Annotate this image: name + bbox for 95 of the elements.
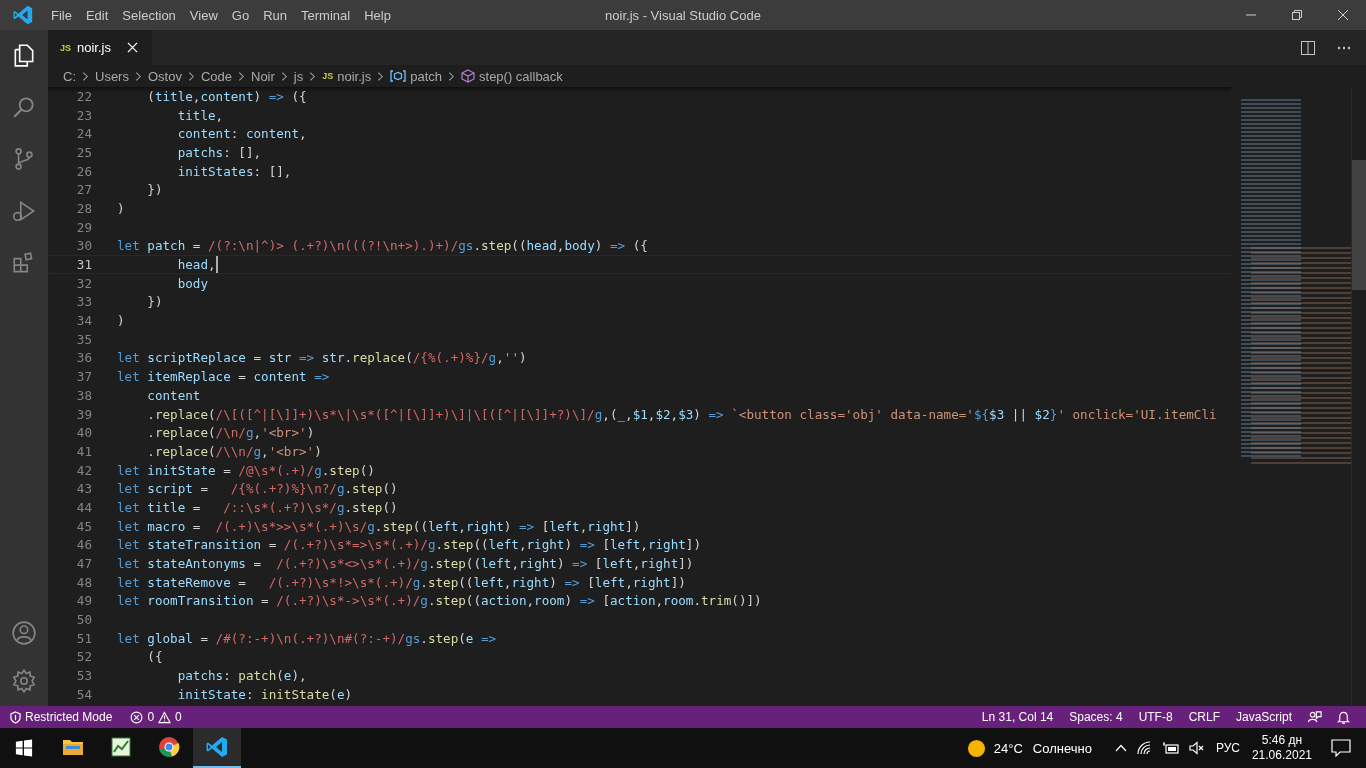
- clock[interactable]: 5:46 дн 21.06.2021: [1251, 733, 1312, 763]
- line-number: 53: [75, 668, 92, 684]
- code-line: let title = /::\s*(.+?)\s*/g.step(): [117, 499, 398, 515]
- code-line: ): [117, 313, 125, 329]
- breadcrumb-item[interactable]: step() callback: [461, 68, 563, 84]
- file-type-label: JS: [322, 71, 334, 81]
- menu-item[interactable]: Selection: [115, 7, 183, 23]
- line-number: 42: [75, 462, 92, 478]
- code-line: title,: [176, 107, 224, 123]
- line-number: 26: [75, 163, 92, 179]
- line-number: 50: [75, 612, 92, 628]
- line-number: 33: [75, 294, 92, 310]
- line-number: 46: [75, 537, 92, 553]
- code-line: patchs: [],: [176, 144, 262, 160]
- line-number: 22: [75, 88, 92, 104]
- status-item[interactable]: UTF-8: [1130, 710, 1181, 724]
- editor-tab[interactable]: JS noir.js: [48, 30, 152, 65]
- weather-widget[interactable]: 24°C Солнечно: [966, 738, 1092, 758]
- code-line: let itemReplace = content =>: [117, 369, 330, 385]
- breadcrumb-item[interactable]: Code: [200, 68, 232, 84]
- line-number: 49: [75, 593, 92, 609]
- breadcrumb-item[interactable]: Noir: [251, 68, 275, 84]
- code-line: patchs: patch(e),: [176, 668, 307, 684]
- problems-button[interactable]: 0 0: [122, 710, 190, 724]
- code-line: let macro = /(.+)\s*>>\s*(.+)\s/g.step((left,right) => [left,right]): [117, 518, 641, 534]
- language-indicator[interactable]: РУС: [1215, 741, 1240, 755]
- menu-item[interactable]: Terminal: [294, 7, 358, 23]
- breadcrumb-item[interactable]: patch: [390, 68, 443, 84]
- code-line: ): [117, 200, 125, 216]
- breadcrumb-item[interactable]: Ostov: [147, 68, 182, 84]
- menu-item[interactable]: Help: [357, 7, 398, 23]
- code-line: ({: [146, 649, 163, 665]
- code-line: body: [176, 275, 208, 291]
- code-line: .replace(/\\n/g,'<br>'): [146, 443, 322, 459]
- line-number: 47: [75, 556, 92, 572]
- menu-item[interactable]: Go: [224, 7, 257, 23]
- status-item[interactable]: Spaces: 4: [1061, 710, 1131, 724]
- line-number: 29: [75, 219, 92, 235]
- menu-item[interactable]: Edit: [78, 7, 116, 23]
- status-item[interactable]: Ln 31, Col 14: [973, 710, 1062, 724]
- code-line: content: content,: [176, 126, 307, 142]
- code-line: let patch = /(?:\n|^)> (.+?)\n(((?!\n+>).)+)/gs.step((head,body) => ({: [117, 238, 648, 254]
- code-line: let stateRemove = /(.+?)\s*!>\s*(.+)/g.step((left,right) => [left,right]): [117, 574, 686, 590]
- restricted-mode-button[interactable]: Restricted Mode: [0, 710, 123, 724]
- breadcrumb-item[interactable]: Users: [95, 68, 129, 84]
- line-number: 36: [75, 350, 92, 366]
- line-number: 27: [75, 182, 92, 198]
- code-line: initState: initState(e): [176, 686, 353, 702]
- line-number: 37: [75, 369, 92, 385]
- breadcrumb-item[interactable]: js: [293, 68, 304, 84]
- code-line: let global = /#(?:-+)\n(.+?)\n#(?:-+)/gs.step(e =>: [117, 630, 497, 646]
- code-line: initStates: [],: [176, 163, 292, 179]
- line-number: 30: [75, 238, 92, 254]
- file-type-label: JS: [60, 42, 71, 53]
- line-number: 41: [75, 443, 92, 459]
- code-line: .replace(/\n/g,'<br>'): [146, 425, 315, 441]
- breadcrumb-item[interactable]: JS noir.js: [322, 68, 372, 84]
- line-number: 39: [75, 406, 92, 422]
- menu-item[interactable]: File: [44, 7, 79, 23]
- line-number: 25: [75, 144, 92, 160]
- window-title: noir.js - Visual Studio Code: [605, 7, 761, 23]
- code-line: content: [146, 387, 201, 403]
- line-number: 43: [75, 481, 92, 497]
- line-number: 23: [75, 107, 92, 123]
- line-number: 24: [75, 126, 92, 142]
- code-line: }): [146, 294, 163, 310]
- status-item[interactable]: CRLF: [1180, 710, 1228, 724]
- code-line: let scriptReplace = str => str.replace(/{%(.+)%}/g,''): [117, 350, 527, 366]
- line-number: 54: [75, 686, 92, 702]
- code-line: head,: [176, 257, 216, 273]
- code-line: let initState = /@\s*(.+)/g.step(): [117, 462, 375, 478]
- code-line: (title,content) => ({: [146, 88, 307, 104]
- code-line: let roomTransition = /(.+?)\s*->\s*(.+)/g.step((action,room) => [action,room.trim()]): [117, 593, 762, 609]
- line-number: 34: [75, 313, 92, 329]
- menu-item[interactable]: View: [182, 7, 225, 23]
- line-number: 32: [75, 275, 92, 291]
- code-line: let script = /{%(.+?)%}\n?/g.step(): [117, 481, 398, 497]
- breadcrumb-item[interactable]: C:: [63, 68, 76, 84]
- line-number: 44: [75, 499, 92, 515]
- code-line: let stateTransition = /(.+?)\s*=>\s*(.+)/g.step((left,right) => [left,right]): [117, 537, 701, 553]
- code-line: let stateAntonyms = /(.+?)\s*<>\s*(.+)/g.step((left,right) => [left,right]): [117, 556, 694, 572]
- line-number: 40: [75, 425, 92, 441]
- code-line: .replace(/\[([^|[\]]+)\s*\|\s*([^|[\]]+)\]|\[([^|[\]]+?)\]/g,(_,$1,$2,$3) => `<button class='obj' data-name='${$3 || $2}' onclick='UI.itemCli: [146, 406, 1217, 422]
- menu-item[interactable]: Run: [256, 7, 294, 23]
- line-number: 48: [75, 574, 92, 590]
- tab-label: noir.js: [77, 40, 112, 55]
- code-line: }): [146, 182, 163, 198]
- line-number: 38: [75, 387, 92, 403]
- line-number: 28: [75, 200, 92, 216]
- line-number: 51: [75, 630, 92, 646]
- line-number: 45: [75, 518, 92, 534]
- status-item[interactable]: JavaScript: [1227, 710, 1300, 724]
- line-number: 35: [75, 331, 92, 347]
- line-number: 31: [75, 257, 92, 273]
- line-number: 52: [75, 649, 92, 665]
